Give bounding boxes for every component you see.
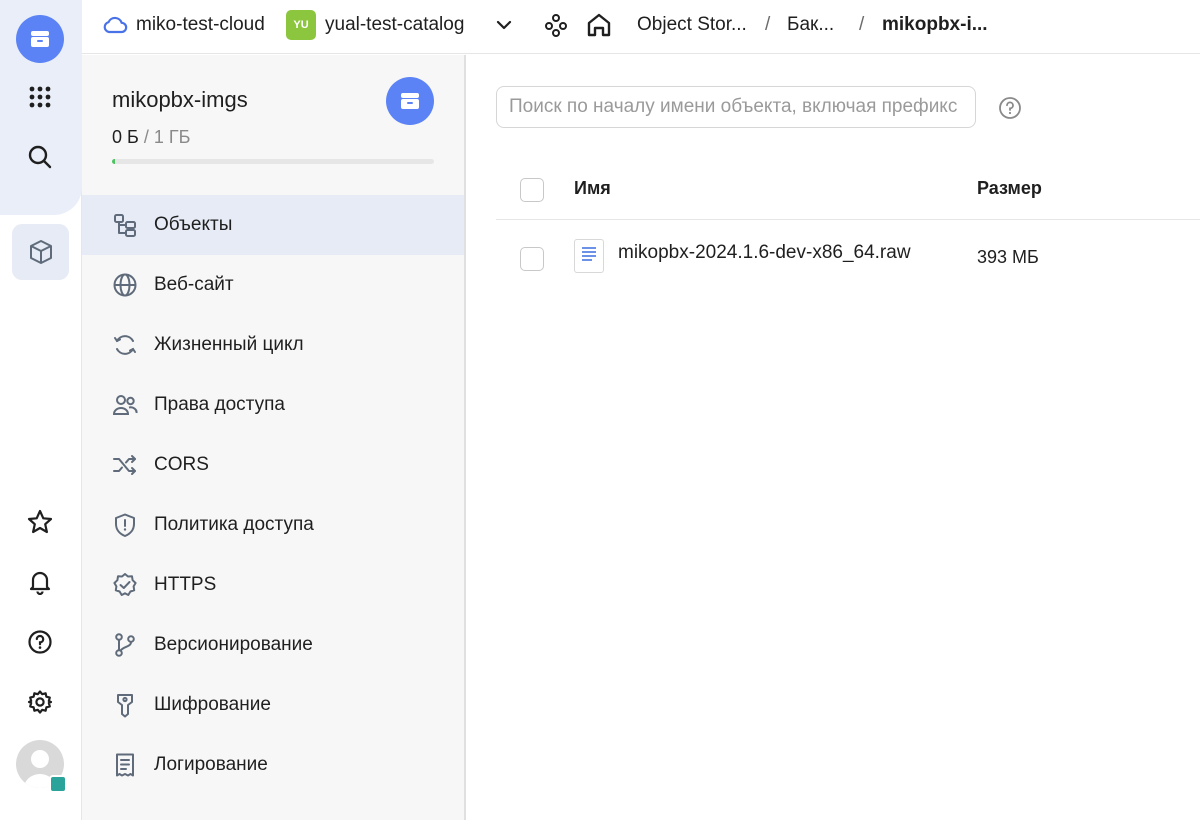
quota-separator: / [143,127,149,147]
object-storage-service-button[interactable] [12,224,69,280]
organization-badge-icon [49,775,67,793]
notifications-button[interactable] [16,558,64,606]
top-bar: miko-test-cloud YU yual-test-catalog Obj… [82,0,1200,54]
globe-icon [112,272,138,298]
quota-used: 0 Б [112,127,139,147]
search-icon [28,145,52,169]
file-icon [574,239,604,273]
sidebar-item-lifecycle[interactable]: Жизненный цикл [82,315,464,375]
sidebar-item-label: Веб-сайт [154,274,234,295]
bucket-icon [386,77,434,125]
users-icon [112,392,138,418]
branch-icon [112,632,138,658]
sidebar-item-cors[interactable]: CORS [82,435,464,495]
bucket-quota: 0 Б / 1 ГБ [112,127,190,148]
resource-graph-icon[interactable] [544,0,568,50]
sidebar-item-permissions[interactable]: Права доступа [82,375,464,435]
all-services-button[interactable] [16,73,64,121]
table-row[interactable]: mikopbx-2024.1.6-dev-x86_64.raw 393 МБ [496,220,1200,298]
breadcrumb-current-bucket: mikopbx-i... [882,14,988,35]
table-header: Имя Размер [496,160,1200,220]
catalog-selector[interactable]: yual-test-catalog [325,0,464,50]
objects-table: Имя Размер mikopbx-2024.1.6-dev-x86_64.r… [496,160,1200,298]
shuffle-icon [112,452,138,478]
sidebar-item-website[interactable]: Веб-сайт [82,255,464,315]
badge-check-icon [112,572,138,598]
breadcrumb-separator: / [765,14,771,35]
quota-total: 1 ГБ [153,127,191,147]
help-button[interactable] [16,618,64,666]
receipt-icon [112,752,138,778]
shield-icon [112,512,138,538]
breadcrumb-object-storage[interactable]: Object Stor... [637,0,747,50]
bucket-name: mikopbx-imgs [112,87,248,112]
global-search-button[interactable] [16,133,64,181]
column-header-size[interactable]: Размер [977,178,1042,199]
sidebar-item-access-policy[interactable]: Политика доступа [82,495,464,555]
breadcrumb-buckets[interactable]: Бак... [787,0,834,50]
sidebar-item-versioning[interactable]: Версионирование [82,615,464,675]
select-all-checkbox[interactable] [520,178,544,202]
home-icon[interactable] [586,0,612,50]
lifecycle-icon [112,332,138,358]
cloud-icon [102,0,128,50]
key-icon [112,692,138,718]
bucket-nav: Объекты Веб-сайт Жизненный цикл Права до… [82,195,464,795]
sidebar-item-label: Политика доступа [154,514,314,535]
help-icon [28,630,52,654]
sidebar-item-label: Версионирование [154,634,313,655]
sidebar-item-label: Права доступа [154,394,285,415]
sidebar-item-encryption[interactable]: Шифрование [82,675,464,735]
sidebar-item-label: HTTPS [154,574,217,595]
column-header-name[interactable]: Имя [574,178,611,199]
sidebar-item-label: Жизненный цикл [154,334,304,355]
left-rail [0,0,82,820]
console-logo-button[interactable] [16,15,64,63]
sidebar-item-label: CORS [154,454,209,475]
sidebar-item-logging[interactable]: Логирование [82,735,464,795]
grid-icon [29,86,51,108]
bell-icon [29,571,51,595]
cloud-selector[interactable]: miko-test-cloud [136,0,265,50]
bucket-sidebar: mikopbx-imgs 0 Б / 1 ГБ Объекты Веб-сайт… [82,55,466,820]
quota-progress-bar [112,159,434,164]
file-name[interactable]: mikopbx-2024.1.6-dev-x86_64.raw [618,242,911,264]
star-icon [27,509,53,534]
catalog-badge: YU [286,10,316,40]
quota-progress-fill [112,159,116,164]
row-checkbox[interactable] [520,247,544,271]
sidebar-item-https[interactable]: HTTPS [82,555,464,615]
breadcrumb-separator: / [859,14,865,35]
search-help-icon[interactable] [998,96,1022,120]
chevron-down-icon[interactable] [494,0,514,50]
sidebar-item-label: Логирование [154,754,268,775]
favorites-button[interactable] [16,498,64,546]
sidebar-item-label: Объекты [154,214,233,235]
settings-button[interactable] [16,678,64,726]
gear-icon [27,690,53,714]
sidebar-item-objects[interactable]: Объекты [82,195,464,255]
object-search-input[interactable] [496,86,976,128]
storage-logo-icon [31,31,49,47]
objects-icon [112,212,138,238]
sidebar-item-label: Шифрование [154,694,271,715]
cube-icon [29,240,52,264]
file-size: 393 МБ [977,247,1039,267]
